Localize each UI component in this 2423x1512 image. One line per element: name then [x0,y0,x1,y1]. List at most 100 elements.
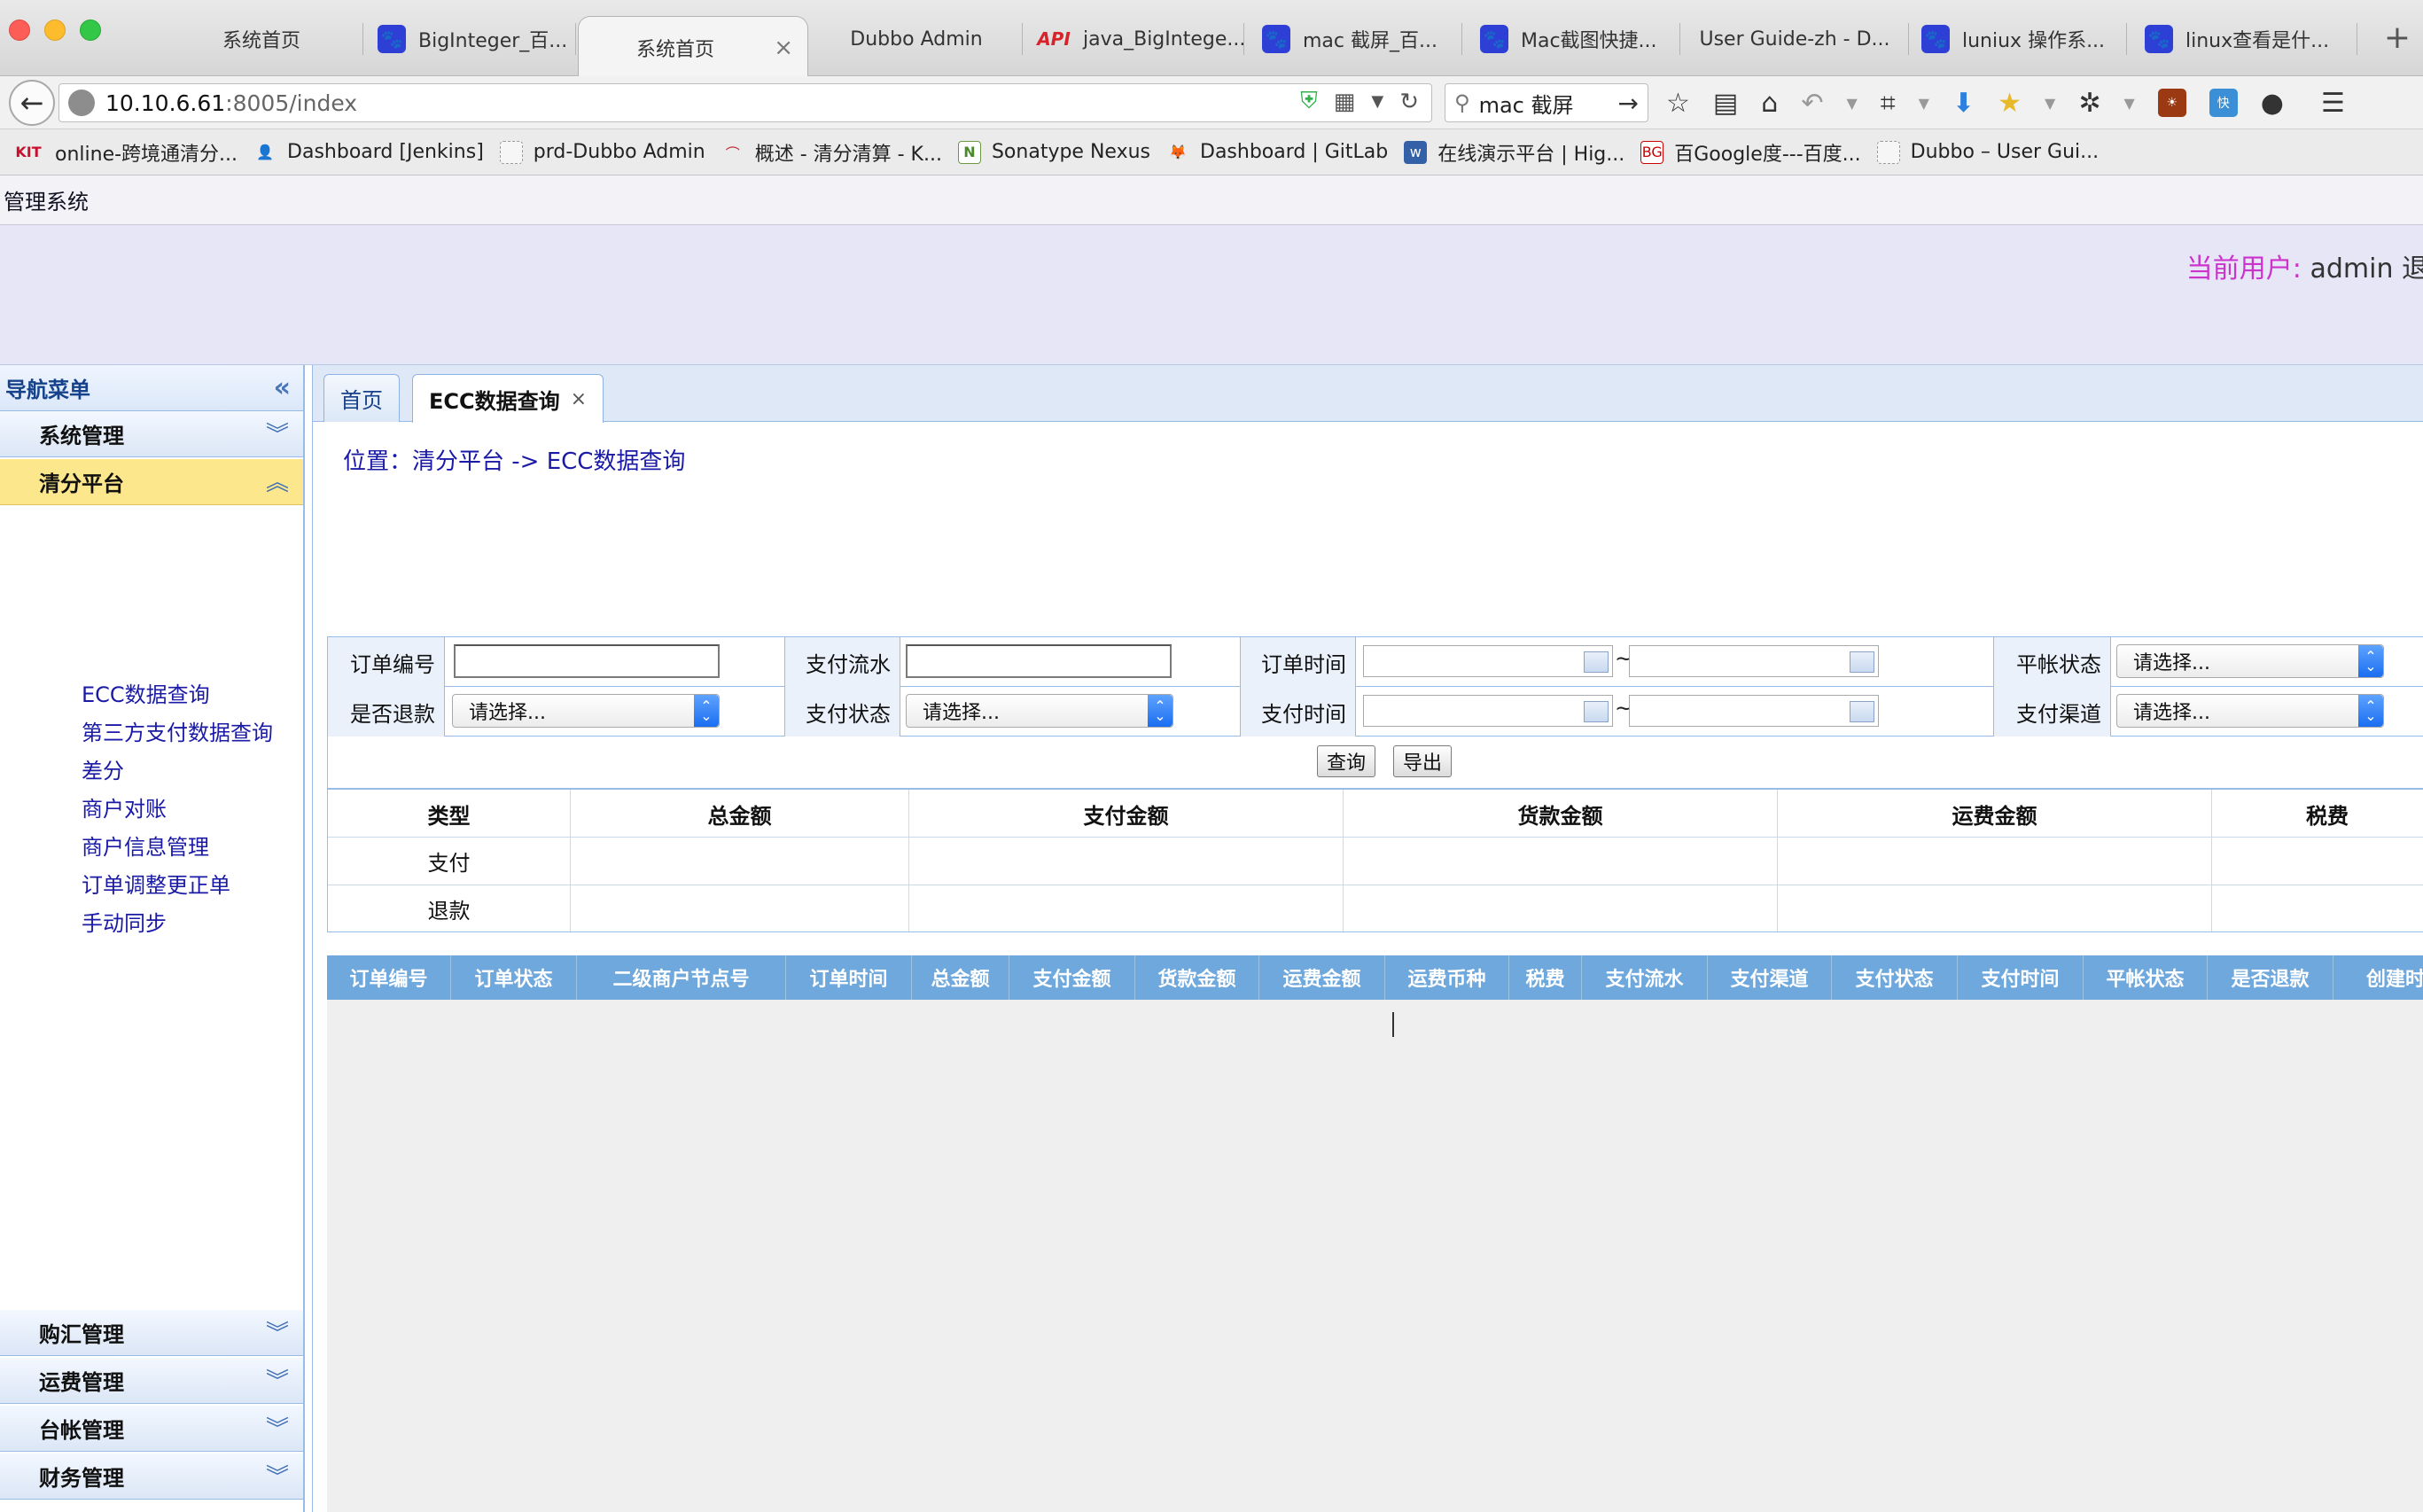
sidebar-item-diff[interactable]: 差分 [82,753,124,784]
extension-sun-icon[interactable]: ☀ [2157,89,2186,117]
order-no-input[interactable] [454,644,720,678]
sidebar-group-ledger[interactable]: 台帐管理 ︾ [0,1406,303,1452]
pay-channel-select[interactable]: 请选择... ⌃ ⌄ [2116,694,2384,728]
download-icon[interactable]: ⬇ [1952,88,1975,119]
expand-chevron-icon[interactable]: ︾ [266,1363,289,1396]
expand-chevron-icon[interactable]: ︾ [266,417,289,449]
search-box[interactable]: ⚲ mac 截屏 → [1445,83,1648,122]
sidebar-group-freight[interactable]: 运费管理 ︾ [0,1358,303,1404]
column-header[interactable]: 运费金额 [1259,955,1385,1000]
sidebar-group-clearing[interactable]: 清分平台 ︽ [0,459,303,505]
address-bar[interactable]: 10.10.6.61:8005/index ⛨ ▦ ▼ ↻ [58,83,1432,122]
search-input[interactable]: mac 截屏 [1479,88,1574,119]
dropdown-arrow-icon[interactable]: ▼ [2123,95,2134,112]
browser-tab[interactable]: 🐾 luniux 操作系... [1909,12,2127,66]
shield-icon[interactable]: ⛨ [1300,88,1318,115]
pay-serial-input[interactable] [906,644,1172,678]
bug-icon[interactable]: ✲ [2078,88,2100,119]
query-button[interactable]: 查询 [1317,745,1375,777]
expand-chevron-icon[interactable]: ︾ [266,1411,289,1444]
pay-time-end-input[interactable] [1629,695,1879,727]
pay-status-select[interactable]: 请选择... ⌃ ⌄ [906,694,1173,728]
expand-chevron-icon[interactable]: ︾ [266,1459,289,1492]
column-header[interactable]: 订单状态 [451,955,577,1000]
bookmark-star-icon[interactable]: ☆ [1666,88,1690,119]
dropdown-arrow-icon[interactable]: ▼ [2045,95,2055,112]
column-header[interactable]: 税费 [2212,790,2423,838]
column-header[interactable]: 货款金额 [1344,790,1778,838]
order-time-end-input[interactable] [1629,645,1879,677]
pay-time-start-input[interactable] [1363,695,1613,727]
browser-tab-active[interactable]: 系统首页 × [578,16,808,78]
new-tab-button[interactable]: + [2384,19,2411,56]
order-time-start-input[interactable] [1363,645,1613,677]
column-header[interactable]: 总金额 [571,790,909,838]
bookmark-item[interactable]: w 在线演示平台 | Hig... [1404,138,1624,167]
bookmark-item[interactable]: ⌒ 概述 - 清分清算 - K... [721,138,942,167]
collapse-left-icon[interactable]: « [274,372,291,403]
calendar-icon[interactable] [1584,651,1609,673]
favorites-star-icon[interactable]: ★ [1998,88,2022,119]
home-icon[interactable]: ⌂ [1761,88,1778,119]
table-row[interactable]: 退款 [328,885,2423,931]
browser-tab[interactable]: User Guide-zh - D... [1680,12,1909,66]
column-header[interactable]: 支付金额 [909,790,1344,838]
column-header[interactable]: 税费 [1509,955,1582,1000]
sidebar-item-manual-sync[interactable]: 手动同步 [82,906,167,937]
current-user-name[interactable]: admin 退 [2310,253,2423,284]
bookmark-item[interactable]: N Sonatype Nexus [957,140,1150,164]
dropdown-arrow-icon[interactable]: ▼ [1846,95,1857,112]
column-header[interactable]: 订单时间 [786,955,912,1000]
export-button[interactable]: 导出 [1393,745,1452,777]
column-header[interactable]: 订单编号 [327,955,451,1000]
close-icon[interactable]: × [774,35,793,61]
sidebar-group-finance[interactable]: 财务管理 ︾ [0,1454,303,1500]
table-row[interactable]: 支付 [328,838,2423,885]
dropdown-arrow-icon[interactable]: ▼ [1919,95,1929,112]
column-header[interactable]: 是否退款 [2208,955,2333,1000]
calendar-icon[interactable] [1850,701,1874,722]
browser-tab[interactable]: 🐾 linux查看是什... [2127,12,2357,66]
window-maximize-button[interactable] [80,19,101,41]
column-header[interactable]: 类型 [328,790,571,838]
sidebar-item-order-adjust[interactable]: 订单调整更正单 [82,868,230,899]
sidebar-group-fx[interactable]: 购汇管理 ︾ [0,1310,303,1356]
extension-kuaiyi-icon[interactable]: 快 [2209,89,2238,117]
crop-icon[interactable]: ⌗ [1881,88,1896,119]
sidebar-item-ecc-query[interactable]: ECC数据查询 [82,677,210,708]
column-header[interactable]: 支付金额 [1009,955,1135,1000]
browser-tab[interactable]: 🐾 BigInteger_百... [363,12,576,66]
search-go-arrow-icon[interactable]: → [1618,89,1639,118]
column-header[interactable]: 平帐状态 [2084,955,2208,1000]
qr-code-icon[interactable]: ▦ [1334,89,1356,115]
sidebar-item-third-party-query[interactable]: 第三方支付数据查询 [82,715,273,746]
tab-close-icon[interactable]: × [571,388,587,410]
browser-tab[interactable]: Dubbo Admin [810,12,1023,66]
reader-view-icon[interactable]: ▤ [1713,88,1738,119]
tab-home[interactable]: 首页 [323,374,400,422]
browser-tab[interactable]: 🐾 Mac截图快捷... [1462,12,1680,66]
column-header[interactable]: 支付状态 [1832,955,1958,1000]
bookmark-item[interactable]: 🦊 Dashboard | GitLab [1166,141,1388,164]
calendar-icon[interactable] [1584,701,1609,722]
expand-chevron-icon[interactable]: ︾ [266,1315,289,1348]
is-refund-select[interactable]: 请选择... ⌃ ⌄ [452,694,720,728]
undo-icon[interactable]: ↶ [1801,88,1823,119]
column-header[interactable]: 运费金额 [1778,790,2212,838]
column-header[interactable]: 运费币种 [1385,955,1509,1000]
bookmark-item[interactable]: 👤 Dashboard [Jenkins] [253,141,484,164]
sidebar-group-system[interactable]: 系统管理 ︾ [0,411,303,457]
column-header[interactable]: 总金额 [912,955,1009,1000]
reconcile-status-select[interactable]: 请选择... ⌃ ⌄ [2116,644,2384,678]
reload-icon[interactable]: ↻ [1399,89,1419,115]
sidebar-item-merchant-reconcile[interactable]: 商户对账 [82,791,167,822]
dropdown-arrow-icon[interactable]: ▼ [1371,92,1383,111]
bookmark-item[interactable]: Dubbo – User Gui... [1876,140,2099,164]
column-header[interactable]: 创建时 [2333,955,2423,1000]
column-header[interactable]: 货款金额 [1135,955,1259,1000]
detail-grid-body[interactable] [327,1000,2423,1512]
window-minimize-button[interactable] [44,19,66,41]
sidebar-item-merchant-info[interactable]: 商户信息管理 [82,830,209,861]
browser-tab[interactable]: 系统首页 [160,12,363,66]
column-header[interactable]: 支付流水 [1582,955,1708,1000]
